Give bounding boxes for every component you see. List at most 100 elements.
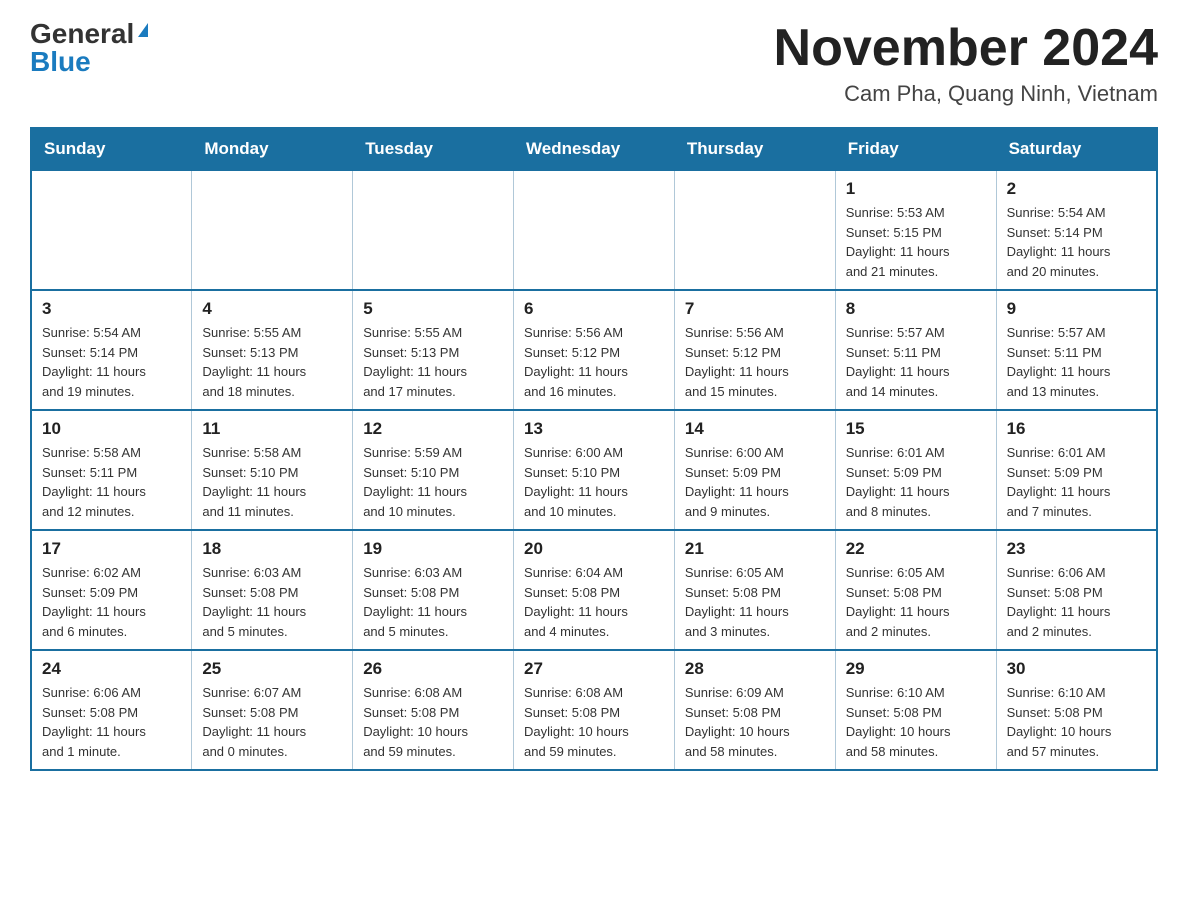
day-number: 4: [202, 299, 342, 319]
logo-general-text: General: [30, 20, 134, 48]
day-number: 13: [524, 419, 664, 439]
day-info: Sunrise: 6:05 AMSunset: 5:08 PMDaylight:…: [846, 563, 986, 641]
month-title: November 2024: [774, 20, 1158, 77]
day-info: Sunrise: 6:00 AMSunset: 5:10 PMDaylight:…: [524, 443, 664, 521]
calendar-cell: [514, 170, 675, 290]
calendar-cell: 21 Sunrise: 6:05 AMSunset: 5:08 PMDayligh…: [674, 530, 835, 650]
day-info: Sunrise: 6:10 AMSunset: 5:08 PMDaylight:…: [846, 683, 986, 761]
day-number: 2: [1007, 179, 1146, 199]
col-saturday: Saturday: [996, 128, 1157, 170]
day-info: Sunrise: 6:00 AMSunset: 5:09 PMDaylight:…: [685, 443, 825, 521]
day-number: 28: [685, 659, 825, 679]
day-number: 9: [1007, 299, 1146, 319]
day-number: 27: [524, 659, 664, 679]
calendar-cell: 3 Sunrise: 5:54 AMSunset: 5:14 PMDaylight…: [31, 290, 192, 410]
col-monday: Monday: [192, 128, 353, 170]
logo-blue-text: Blue: [30, 48, 91, 76]
calendar-cell: 5Sunrise: 5:55 AMSunset: 5:13 PMDaylight…: [353, 290, 514, 410]
calendar-week-4: 17 Sunrise: 6:02 AMSunset: 5:09 PMDayligh…: [31, 530, 1157, 650]
day-number: 8: [846, 299, 986, 319]
day-info: Sunrise: 5:55 AMSunset: 5:13 PMDaylight:…: [202, 323, 342, 401]
day-info: Sunrise: 5:54 AMSunset: 5:14 PMDaylight:…: [42, 323, 181, 401]
calendar-cell: 29 Sunrise: 6:10 AMSunset: 5:08 PMDayligh…: [835, 650, 996, 770]
calendar-cell: 13 Sunrise: 6:00 AMSunset: 5:10 PMDayligh…: [514, 410, 675, 530]
day-info: Sunrise: 5:55 AMSunset: 5:13 PMDaylight:…: [363, 323, 503, 401]
day-info: Sunrise: 6:08 AMSunset: 5:08 PMDaylight:…: [524, 683, 664, 761]
day-number: 26: [363, 659, 503, 679]
day-info: Sunrise: 5:56 AMSunset: 5:12 PMDaylight:…: [685, 323, 825, 401]
calendar-cell: 15 Sunrise: 6:01 AMSunset: 5:09 PMDayligh…: [835, 410, 996, 530]
calendar-cell: 23 Sunrise: 6:06 AMSunset: 5:08 PMDayligh…: [996, 530, 1157, 650]
logo: General Blue: [30, 20, 148, 76]
day-number: 16: [1007, 419, 1146, 439]
day-info: Sunrise: 5:58 AMSunset: 5:10 PMDaylight:…: [202, 443, 342, 521]
day-info: Sunrise: 6:01 AMSunset: 5:09 PMDaylight:…: [1007, 443, 1146, 521]
calendar-cell: 18Sunrise: 6:03 AMSunset: 5:08 PMDayligh…: [192, 530, 353, 650]
day-info: Sunrise: 6:08 AMSunset: 5:08 PMDaylight:…: [363, 683, 503, 761]
calendar-cell: [674, 170, 835, 290]
calendar-cell: 22 Sunrise: 6:05 AMSunset: 5:08 PMDayligh…: [835, 530, 996, 650]
calendar-cell: 30 Sunrise: 6:10 AMSunset: 5:08 PMDayligh…: [996, 650, 1157, 770]
calendar-cell: 28Sunrise: 6:09 AMSunset: 5:08 PMDayligh…: [674, 650, 835, 770]
calendar-body: 1Sunrise: 5:53 AMSunset: 5:15 PMDaylight…: [31, 170, 1157, 770]
calendar-cell: 24Sunrise: 6:06 AMSunset: 5:08 PMDayligh…: [31, 650, 192, 770]
day-info: Sunrise: 5:54 AMSunset: 5:14 PMDaylight:…: [1007, 203, 1146, 281]
day-number: 6: [524, 299, 664, 319]
day-info: Sunrise: 5:53 AMSunset: 5:15 PMDaylight:…: [846, 203, 986, 281]
calendar-cell: 6Sunrise: 5:56 AMSunset: 5:12 PMDaylight…: [514, 290, 675, 410]
logo-triangle-icon: [138, 23, 148, 37]
day-info: Sunrise: 6:06 AMSunset: 5:08 PMDaylight:…: [42, 683, 181, 761]
calendar-cell: 16 Sunrise: 6:01 AMSunset: 5:09 PMDayligh…: [996, 410, 1157, 530]
day-number: 29: [846, 659, 986, 679]
calendar-cell: 8 Sunrise: 5:57 AMSunset: 5:11 PMDaylight…: [835, 290, 996, 410]
day-number: 25: [202, 659, 342, 679]
col-wednesday: Wednesday: [514, 128, 675, 170]
calendar-cell: 7 Sunrise: 5:56 AMSunset: 5:12 PMDaylight…: [674, 290, 835, 410]
col-thursday: Thursday: [674, 128, 835, 170]
day-number: 3: [42, 299, 181, 319]
calendar-cell: 9 Sunrise: 5:57 AMSunset: 5:11 PMDaylight…: [996, 290, 1157, 410]
location-text: Cam Pha, Quang Ninh, Vietnam: [774, 81, 1158, 107]
calendar-cell: 2 Sunrise: 5:54 AMSunset: 5:14 PMDaylight…: [996, 170, 1157, 290]
calendar-cell: 25 Sunrise: 6:07 AMSunset: 5:08 PMDayligh…: [192, 650, 353, 770]
day-info: Sunrise: 6:02 AMSunset: 5:09 PMDaylight:…: [42, 563, 181, 641]
calendar-cell: 1Sunrise: 5:53 AMSunset: 5:15 PMDaylight…: [835, 170, 996, 290]
day-info: Sunrise: 5:59 AMSunset: 5:10 PMDaylight:…: [363, 443, 503, 521]
calendar-cell: 10Sunrise: 5:58 AMSunset: 5:11 PMDayligh…: [31, 410, 192, 530]
day-info: Sunrise: 5:57 AMSunset: 5:11 PMDaylight:…: [1007, 323, 1146, 401]
page-header: General Blue November 2024 Cam Pha, Quan…: [30, 20, 1158, 107]
calendar-cell: 14Sunrise: 6:00 AMSunset: 5:09 PMDayligh…: [674, 410, 835, 530]
day-number: 12: [363, 419, 503, 439]
day-info: Sunrise: 6:10 AMSunset: 5:08 PMDaylight:…: [1007, 683, 1146, 761]
day-number: 11: [202, 419, 342, 439]
calendar-header-row: Sunday Monday Tuesday Wednesday Thursday…: [31, 128, 1157, 170]
day-number: 7: [685, 299, 825, 319]
day-info: Sunrise: 6:06 AMSunset: 5:08 PMDaylight:…: [1007, 563, 1146, 641]
day-number: 10: [42, 419, 181, 439]
day-number: 22: [846, 539, 986, 559]
day-info: Sunrise: 6:03 AMSunset: 5:08 PMDaylight:…: [363, 563, 503, 641]
calendar-cell: [192, 170, 353, 290]
day-number: 15: [846, 419, 986, 439]
col-friday: Friday: [835, 128, 996, 170]
calendar-cell: [353, 170, 514, 290]
day-info: Sunrise: 6:05 AMSunset: 5:08 PMDaylight:…: [685, 563, 825, 641]
calendar-cell: 20 Sunrise: 6:04 AMSunset: 5:08 PMDayligh…: [514, 530, 675, 650]
calendar-week-1: 1Sunrise: 5:53 AMSunset: 5:15 PMDaylight…: [31, 170, 1157, 290]
day-info: Sunrise: 5:57 AMSunset: 5:11 PMDaylight:…: [846, 323, 986, 401]
day-number: 30: [1007, 659, 1146, 679]
day-info: Sunrise: 6:01 AMSunset: 5:09 PMDaylight:…: [846, 443, 986, 521]
col-tuesday: Tuesday: [353, 128, 514, 170]
day-number: 17: [42, 539, 181, 559]
col-sunday: Sunday: [31, 128, 192, 170]
calendar-cell: 19Sunrise: 6:03 AMSunset: 5:08 PMDayligh…: [353, 530, 514, 650]
day-info: Sunrise: 6:07 AMSunset: 5:08 PMDaylight:…: [202, 683, 342, 761]
day-info: Sunrise: 6:04 AMSunset: 5:08 PMDaylight:…: [524, 563, 664, 641]
calendar-cell: 27 Sunrise: 6:08 AMSunset: 5:08 PMDayligh…: [514, 650, 675, 770]
calendar-cell: 26 Sunrise: 6:08 AMSunset: 5:08 PMDayligh…: [353, 650, 514, 770]
day-number: 23: [1007, 539, 1146, 559]
calendar-cell: [31, 170, 192, 290]
calendar-cell: 17 Sunrise: 6:02 AMSunset: 5:09 PMDayligh…: [31, 530, 192, 650]
day-number: 20: [524, 539, 664, 559]
day-number: 21: [685, 539, 825, 559]
